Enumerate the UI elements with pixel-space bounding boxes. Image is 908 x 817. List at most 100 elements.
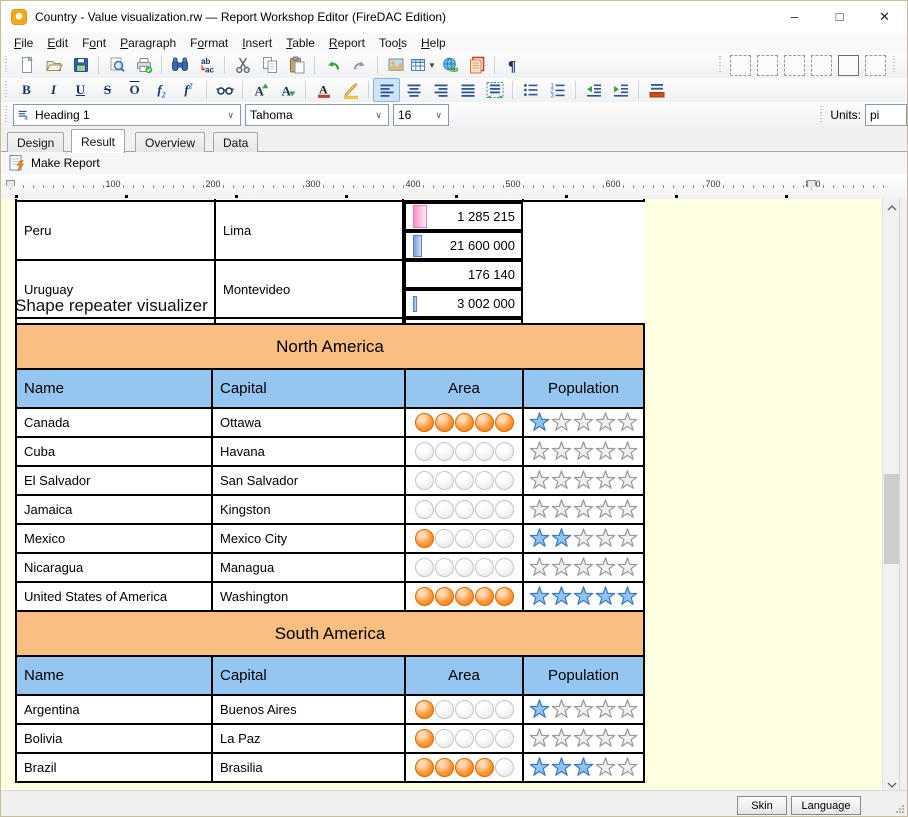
- ruler-tick: [293, 185, 294, 188]
- menu-table[interactable]: Table: [279, 34, 322, 52]
- pilcrow-button[interactable]: ¶: [499, 53, 526, 77]
- skin-button[interactable]: Skin: [737, 796, 787, 815]
- menu-font[interactable]: Font: [75, 34, 113, 52]
- scroll-up-button[interactable]: [883, 199, 900, 216]
- tab-overview[interactable]: Overview: [135, 132, 205, 152]
- border-style-1-button[interactable]: [730, 55, 751, 76]
- style-toolbar: a Heading 1 ∨ Tahoma ∨ 16 ∨ Units: pi: [1, 102, 907, 129]
- underline-button[interactable]: U: [67, 78, 94, 102]
- font-increase-button[interactable]: A: [247, 78, 274, 102]
- star-icon: [551, 441, 572, 462]
- paragraph-style-combo[interactable]: a Heading 1 ∨: [13, 104, 241, 126]
- save-button[interactable]: [67, 53, 94, 77]
- border-style-3-button[interactable]: [784, 55, 805, 76]
- open-file-button[interactable]: [40, 53, 67, 77]
- menu-bar: FileEditFontParagraphFormatInsertTableRe…: [1, 33, 907, 53]
- find-icon: [171, 56, 189, 74]
- ruler-tick: [393, 185, 394, 188]
- border-style-5-button[interactable]: [838, 55, 859, 76]
- align-right-button[interactable]: [427, 78, 454, 102]
- menu-help[interactable]: Help: [414, 34, 453, 52]
- overline-button[interactable]: O: [121, 78, 148, 102]
- make-report-button[interactable]: Make Report: [1, 152, 107, 174]
- toolbar-grip[interactable]: [819, 106, 824, 124]
- toolbar-grip[interactable]: [892, 56, 897, 74]
- menu-tools[interactable]: Tools: [372, 34, 414, 52]
- font-name-combo[interactable]: Tahoma ∨: [245, 104, 389, 126]
- border-style-6-button[interactable]: [865, 55, 886, 76]
- superscript-button[interactable]: f2: [175, 78, 202, 102]
- maximize-button[interactable]: □: [817, 1, 862, 32]
- close-button[interactable]: ✕: [862, 1, 907, 32]
- align-left-button[interactable]: [373, 78, 400, 102]
- cut-icon: [234, 56, 252, 74]
- scrollbar-thumb[interactable]: [884, 474, 899, 564]
- replace-button[interactable]: abac: [193, 53, 220, 77]
- vertical-scrollbar[interactable]: [882, 199, 900, 793]
- font-decrease-button[interactable]: A: [274, 78, 301, 102]
- left-margin-marker[interactable]: [6, 180, 15, 190]
- circle-icon: [475, 700, 494, 719]
- redo-button[interactable]: [346, 53, 373, 77]
- subscript-button[interactable]: f2: [148, 78, 175, 102]
- menu-edit[interactable]: Edit: [40, 34, 75, 52]
- language-button[interactable]: Language: [791, 796, 861, 815]
- font-size-combo[interactable]: 16 ∨: [393, 104, 449, 126]
- border-style-4-button[interactable]: [811, 55, 832, 76]
- ruler-tick: [183, 185, 184, 188]
- resize-grip[interactable]: [895, 804, 905, 814]
- italic-button[interactable]: I: [40, 78, 67, 102]
- tab-result[interactable]: Result: [71, 129, 125, 153]
- star-icon: [617, 441, 638, 462]
- insert-table-button[interactable]: ▼: [409, 53, 436, 77]
- country-name: Brazil: [24, 760, 57, 775]
- insert-image-button[interactable]: [382, 53, 409, 77]
- find-button[interactable]: [166, 53, 193, 77]
- outdent-button[interactable]: [580, 78, 607, 102]
- align-center-button[interactable]: [400, 78, 427, 102]
- insert-frame-button[interactable]: [463, 53, 490, 77]
- print-preview-button[interactable]: [103, 53, 130, 77]
- menu-insert[interactable]: Insert: [235, 34, 279, 52]
- cut-button[interactable]: [229, 53, 256, 77]
- minimize-button[interactable]: –: [772, 1, 817, 32]
- menu-report[interactable]: Report: [322, 34, 372, 52]
- menu-file[interactable]: File: [7, 34, 40, 52]
- save-icon: [72, 56, 90, 74]
- paste-button[interactable]: [283, 53, 310, 77]
- new-document-button[interactable]: [13, 53, 40, 77]
- toolbar-grip[interactable]: [4, 81, 9, 99]
- capital-name: Managua: [220, 560, 274, 575]
- menu-format[interactable]: Format: [183, 34, 235, 52]
- bullet-list-button[interactable]: [517, 78, 544, 102]
- toolbar-grip[interactable]: [4, 56, 9, 74]
- toolbar-grip[interactable]: [4, 106, 9, 124]
- insert-hyperlink-button[interactable]: [436, 53, 463, 77]
- area-value: 1 285 215: [457, 209, 521, 224]
- indent-button[interactable]: [607, 78, 634, 102]
- justify-button[interactable]: [454, 78, 481, 102]
- print-icon: [135, 56, 153, 74]
- font-color-button[interactable]: A: [310, 78, 337, 102]
- circle-icon: [415, 587, 434, 606]
- ruler-tab-stop: [345, 195, 348, 198]
- bold-button[interactable]: B: [13, 78, 40, 102]
- undo-button[interactable]: [319, 53, 346, 77]
- strikethrough-button[interactable]: S: [94, 78, 121, 102]
- tab-design[interactable]: Design: [7, 132, 64, 152]
- paragraph-border-button[interactable]: [643, 78, 670, 102]
- units-combo[interactable]: pi: [865, 104, 907, 126]
- copy-button[interactable]: [256, 53, 283, 77]
- menu-paragraph[interactable]: Paragraph: [113, 34, 183, 52]
- toolbar-grip[interactable]: [718, 56, 723, 74]
- tab-data[interactable]: Data: [213, 132, 258, 152]
- toolbar-separator: [575, 81, 576, 99]
- numbered-list-button[interactable]: 123: [544, 78, 571, 102]
- star-icon: [595, 728, 616, 749]
- print-button[interactable]: [130, 53, 157, 77]
- border-style-2-button[interactable]: [757, 55, 778, 76]
- hidden-text-button[interactable]: [211, 78, 238, 102]
- justify-fit-button[interactable]: [481, 78, 508, 102]
- highlight-button[interactable]: [337, 78, 364, 102]
- star-icon: [551, 528, 572, 549]
